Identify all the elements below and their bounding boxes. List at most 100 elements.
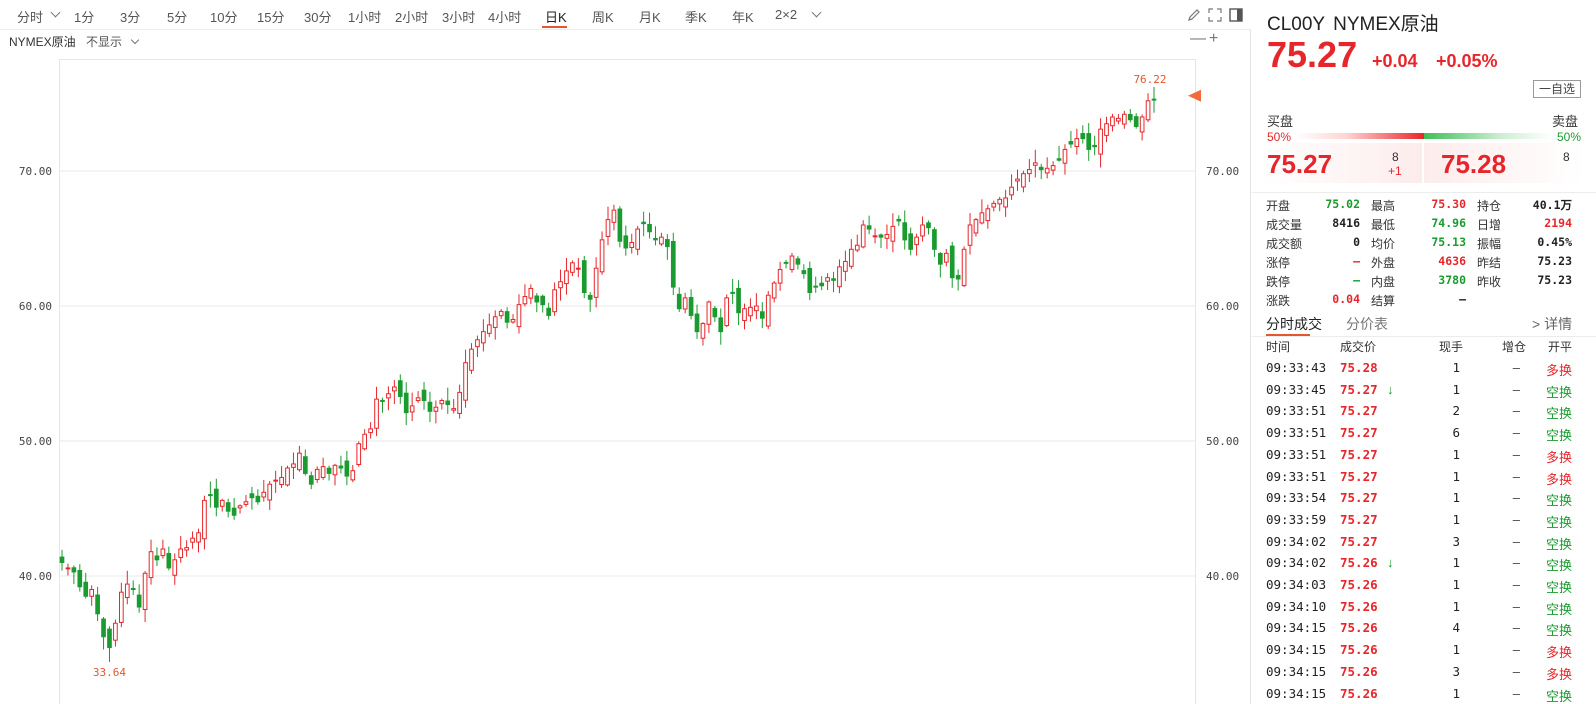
candle-body [71,567,77,573]
trade-time: 09:34:02 [1266,555,1327,571]
candle-body [570,262,575,273]
stat-label: 涨跌 [1266,294,1291,308]
candle-body [860,224,866,248]
candle-body [831,278,836,281]
bid-pct: 50% [1267,130,1292,144]
stat-label: 内盘 [1371,275,1396,289]
collapse-button[interactable]: — [1190,30,1206,48]
candle-body [540,295,546,306]
period-1小时[interactable]: 1小时 [348,7,381,26]
candle-body [107,628,112,649]
candle-body [665,239,670,248]
trade-row: 09:33:54 75.27 1 – 空换 [1252,488,1596,510]
period-5分[interactable]: 5分 [167,7,187,26]
period-2x2[interactable]: 2×2 [775,7,797,22]
candle-body [659,236,664,245]
trade-oi-change: – [1512,555,1520,571]
candle-body [961,248,967,287]
period-季K[interactable]: 季K [685,7,707,26]
candlestick-chart[interactable]: 70.00 70.00 60.00 60.00 50.00 50.00 40.00 40.00… [0,52,1251,704]
bid-label: 买盘 [1267,114,1294,129]
pencil-icon[interactable] [1187,8,1201,22]
chevron-down-icon[interactable] [50,7,61,18]
chart-panel: 分时 1分 3分 5分 10分 15分 30分 1小时 2小时 3小时 4小时 … [0,0,1251,704]
period-分时[interactable]: 分时 [17,7,43,26]
detail-link[interactable]: > 详情 [1532,314,1572,334]
col-price: 成交价 [1340,340,1377,354]
candle-body [742,308,747,322]
candle-body [777,269,783,284]
trade-type: 空换 [1546,536,1573,552]
candle-body [415,397,421,402]
col-oi: 增仓 [1502,340,1527,354]
stat-label: 成交量 [1266,218,1303,232]
period-周K[interactable]: 周K [592,7,614,26]
chevron-down-icon[interactable] [811,7,822,18]
period-10分[interactable]: 10分 [210,7,237,26]
period-日K[interactable]: 日K [545,7,567,26]
candle-body [130,587,136,590]
candle-body [1038,166,1044,171]
candle-body [421,389,427,402]
y-tick-label-left: 60.00 [19,300,52,313]
period-4小时[interactable]: 4小时 [488,7,521,26]
period-月K[interactable]: 月K [639,7,661,26]
trade-type: 空换 [1546,580,1573,595]
candle-body [1110,116,1115,127]
tab-price-table[interactable]: 分价表 [1346,314,1388,334]
period-3小时[interactable]: 3小时 [442,7,475,26]
trade-hand: 6 [1452,425,1460,441]
trade-hand: 1 [1452,598,1460,614]
candle-body [427,401,433,412]
candle-body [243,501,249,505]
candle-body [326,467,332,474]
fullscreen-icon[interactable] [1208,8,1222,22]
candle-body [433,406,439,412]
expand-button[interactable]: + [1209,30,1218,48]
period-年K[interactable]: 年K [732,7,754,26]
candle-body [682,297,688,310]
stats-row: 成交额 0 均价 75.13 振幅 0.45% [1252,233,1596,252]
candle-body [314,468,320,480]
period-2小时[interactable]: 2小时 [395,7,428,26]
candle-body [308,475,314,485]
trade-type: 空换 [1546,514,1573,530]
tab-trades[interactable]: 分时成交 [1266,314,1322,334]
trade-row: 09:34:15 75.26 1 – 多换 [1252,640,1596,662]
candle-body [475,339,480,348]
trades-header: 时间 成交价 现手 增仓 开平 [1252,338,1596,358]
col-time: 时间 [1266,340,1291,354]
candle-body [445,400,451,406]
period-1分[interactable]: 1分 [74,7,94,26]
candle-body [1062,148,1068,164]
period-15分[interactable]: 15分 [257,7,284,26]
candle-body [754,305,759,312]
period-3分[interactable]: 3分 [120,7,140,26]
trade-price: 75.27 [1340,425,1378,441]
remove-watchlist-button[interactable]: 一自选 [1533,80,1581,98]
candle-body [1068,141,1074,145]
stat-value: 75.13 [1431,235,1466,249]
trade-row: 09:33:43 75.28 1 – 多换 [1252,358,1596,380]
stat-value: — [1353,273,1360,287]
trade-price: 75.26 [1340,555,1378,571]
candle-body [504,311,510,323]
trade-time: 09:33:51 [1266,468,1327,484]
candle-body [759,311,765,319]
candle-body [522,296,528,305]
indicator-select[interactable]: 不显示 [86,33,140,50]
candle-body [510,319,516,323]
period-30分[interactable]: 30分 [304,7,331,26]
stat-label: 昨结 [1477,256,1502,270]
candle-body [237,505,243,509]
stats-row: 成交量 8416 最低 74.96 日增 2194 [1252,214,1596,233]
candle-body [498,310,504,317]
candle-body [1056,158,1062,161]
bid-volume-delta: +1 [1388,164,1402,178]
candle-body [653,237,658,241]
sidebar-toggle-icon[interactable] [1229,8,1243,22]
stat-value: 0.45% [1537,235,1572,249]
stat-label: 结算 [1371,294,1396,308]
candle-body [101,618,106,638]
trade-type: 多换 [1546,471,1573,487]
